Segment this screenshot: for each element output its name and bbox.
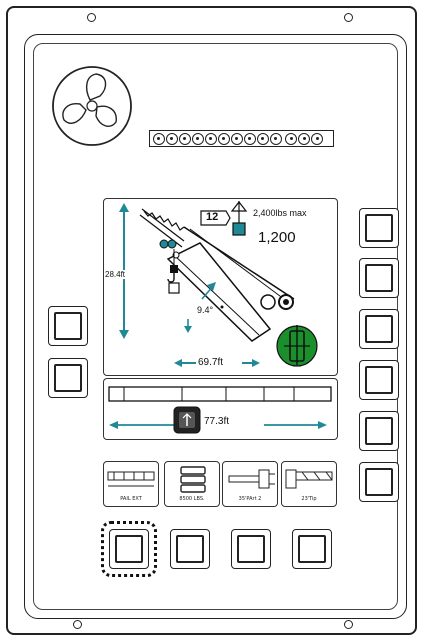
function-tile-pail-ext[interactable]: PAIL EXT <box>103 461 159 507</box>
extension-graphics <box>108 386 332 434</box>
right-softkey-1[interactable] <box>359 208 399 248</box>
bottom-softkey-4[interactable] <box>292 529 332 569</box>
right-softkey-5[interactable] <box>359 411 399 451</box>
function-tile-part[interactable]: 35'PArt 2 <box>222 461 278 507</box>
extension-bar-panel: 77.3ft <box>103 378 338 440</box>
right-softkey-2[interactable] <box>359 258 399 298</box>
screw-bottom-left <box>73 620 82 629</box>
max-load-label: 2,400lbs max <box>253 208 307 218</box>
boom-diagram-graphics <box>119 201 318 367</box>
screw-bottom-right <box>344 620 353 629</box>
right-softkey-4[interactable] <box>359 360 399 400</box>
cooling-fan-icon <box>52 66 132 146</box>
boom-diagram-screen: 12 2,400lbs max 1,200 28.4ft 9.4° 69.7ft <box>103 198 338 376</box>
function-tile-label: 35'PArt 2 <box>238 496 262 502</box>
left-softkey-1[interactable] <box>48 306 88 346</box>
bottom-softkey-1[interactable] <box>109 529 149 569</box>
current-load-value: 1,200 <box>258 229 296 246</box>
function-tile-label: 8500 LBS. <box>179 496 205 502</box>
right-softkey-6[interactable] <box>359 462 399 502</box>
reeving-parts-label: 12 <box>206 211 219 223</box>
right-softkey-3[interactable] <box>359 309 399 349</box>
boom-angle-label: 9.4° <box>197 305 214 315</box>
function-tile-tip[interactable]: 23'Tip <box>281 461 337 507</box>
function-tile-label: PAIL EXT <box>120 496 142 502</box>
bottom-softkey-2[interactable] <box>170 529 210 569</box>
extension-length-label: 77.3ft <box>204 416 230 427</box>
function-tile-label: 23'Tip <box>301 496 317 502</box>
screw-top-left <box>87 13 96 22</box>
radius-label: 69.7ft <box>198 357 224 368</box>
function-tile-weight[interactable]: 8500 LBS. <box>164 461 220 507</box>
left-softkey-2[interactable] <box>48 358 88 398</box>
screw-top-right <box>344 13 353 22</box>
pin-connector-header <box>149 130 334 147</box>
boom-height-label: 28.4ft <box>105 270 126 279</box>
bottom-softkey-3[interactable] <box>231 529 271 569</box>
